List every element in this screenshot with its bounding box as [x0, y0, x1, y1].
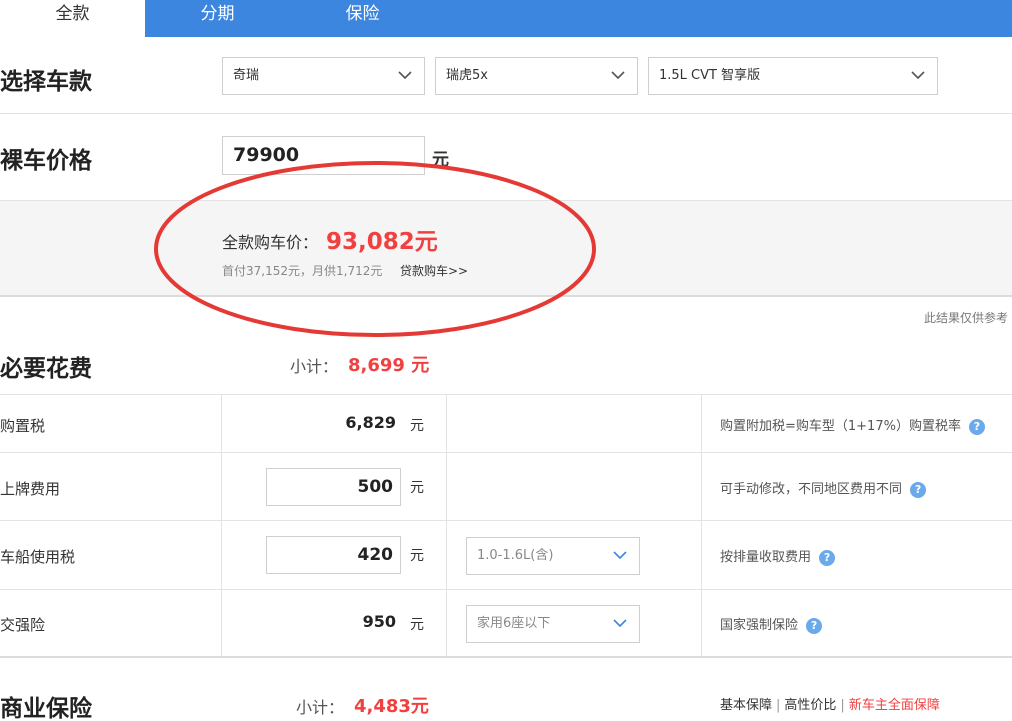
select-model-title: 选择车款	[0, 69, 92, 95]
trim-select[interactable]: 1.5L CVT 智享版	[648, 57, 938, 95]
series-select-value: 瑞虎5x	[446, 68, 488, 83]
license-fee-tip: 可手动修改，不同地区费用不同?	[720, 478, 927, 498]
loan-purchase-link[interactable]: 贷款购车>>	[400, 262, 468, 279]
brand-select-value: 奇瑞	[233, 68, 260, 83]
commercial-insurance-title: 商业保险	[0, 696, 92, 721]
trim-select-value: 1.5L CVT 智享版	[659, 68, 761, 83]
tab-installment[interactable]: 分期	[145, 0, 290, 37]
bare-price-unit: 元	[432, 150, 449, 170]
fee-row-unit: 元	[410, 480, 424, 496]
insurance-plan-options: 基本保障 | 高性价比 | 新车主全面保障	[720, 694, 940, 713]
fee-row-label: 交强险	[0, 616, 46, 634]
chevron-down-icon	[613, 619, 627, 628]
tab-full-payment[interactable]: 全款	[0, 0, 145, 37]
vehicle-tax-tip: 按排量收取费用?	[720, 546, 836, 566]
vehicle-tax-input[interactable]: 420	[266, 536, 401, 574]
required-fees-subtotal-label: 小计：	[290, 357, 339, 376]
help-icon[interactable]: ?	[910, 482, 927, 498]
summary-panel	[0, 200, 1012, 297]
fee-row-label: 购置税	[0, 417, 46, 435]
compulsory-insurance-tip: 国家强制保险?	[720, 614, 823, 634]
bare-price-input[interactable]: 79900	[222, 136, 425, 175]
divider	[0, 656, 1012, 658]
chevron-down-icon	[911, 71, 925, 80]
tip-text: 按排量收取费用	[720, 550, 812, 565]
commercial-subtotal-value: 4,483元	[354, 696, 429, 717]
required-fees-subtotal-value: 8,699 元	[348, 355, 430, 376]
fee-row-unit: 元	[410, 548, 424, 564]
help-icon[interactable]: ?	[806, 618, 823, 634]
plan-value[interactable]: 高性价比	[784, 698, 836, 713]
total-price-label: 全款购车价：	[222, 233, 319, 252]
purchase-tax-value: 6,829	[345, 413, 396, 432]
help-icon[interactable]: ?	[819, 550, 836, 566]
car-cost-calculator: 全款 分期 保险 选择车款 奇瑞 瑞虎5x 1.5L CVT 智享版 裸车价格 …	[0, 0, 1012, 721]
fee-row-unit: 元	[410, 418, 424, 434]
divider	[0, 452, 1012, 453]
reference-note: 此结果仅供参考	[923, 311, 1008, 325]
divider	[0, 113, 1012, 114]
chevron-down-icon	[398, 71, 412, 80]
displacement-select-value: 1.0-1.6L(含)	[477, 548, 554, 563]
fee-row-label: 上牌费用	[0, 480, 61, 498]
seat-type-select-value: 家用6座以下	[477, 616, 551, 631]
chevron-down-icon	[613, 551, 627, 560]
divider	[701, 394, 702, 656]
divider	[446, 394, 447, 656]
commercial-subtotal-label: 小计：	[296, 698, 345, 717]
license-fee-input[interactable]: 500	[266, 468, 401, 506]
divider	[221, 394, 222, 656]
divider	[0, 589, 1012, 590]
tip-text: 可手动修改，不同地区费用不同	[720, 482, 903, 497]
payment-breakdown: 首付37,152元，月供1,712元	[222, 264, 383, 278]
separator: |	[776, 698, 781, 713]
plan-full-coverage[interactable]: 新车主全面保障	[849, 698, 940, 713]
tab-bar: 全款 分期 保险	[0, 0, 1012, 37]
purchase-tax-tip: 购置附加税=购车型（1+17%）购置税率?	[720, 415, 985, 435]
tip-text: 购置附加税=购车型（1+17%）购置税率	[720, 419, 961, 434]
series-select[interactable]: 瑞虎5x	[435, 57, 638, 95]
bare-price-title: 裸车价格	[0, 148, 92, 174]
compulsory-insurance-value: 950	[362, 612, 396, 631]
divider	[0, 394, 1012, 395]
required-fees-title: 必要花费	[0, 356, 92, 382]
tip-text: 国家强制保险	[720, 618, 799, 633]
separator: |	[840, 698, 845, 713]
divider	[0, 520, 1012, 521]
help-icon[interactable]: ?	[968, 419, 985, 435]
fee-row-unit: 元	[410, 617, 424, 633]
total-price-value: 93,082元	[326, 229, 438, 255]
seat-type-select[interactable]: 家用6座以下	[466, 605, 640, 643]
tab-insurance[interactable]: 保险	[290, 0, 435, 37]
brand-select[interactable]: 奇瑞	[222, 57, 425, 95]
plan-basic[interactable]: 基本保障	[720, 698, 772, 713]
fee-row-label: 车船使用税	[0, 548, 76, 566]
chevron-down-icon	[611, 71, 625, 80]
displacement-select[interactable]: 1.0-1.6L(含)	[466, 537, 640, 575]
